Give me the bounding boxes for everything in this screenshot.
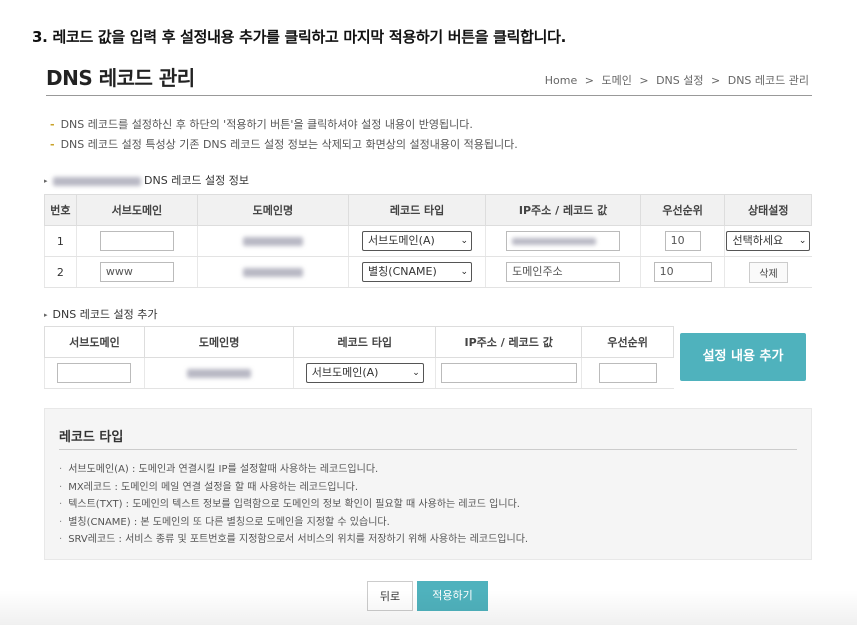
breadcrumb-dns-record-management: DNS 레코드 관리 [727,74,809,87]
notice-text: DNS 레코드를 설정하신 후 하단의 '적용하기 버튼'을 클릭하셔야 설정 … [60,118,473,131]
breadcrumb: Home > 도메인 > DNS 설정 > DNS 레코드 관리 [543,72,811,88]
record-type-select[interactable]: 서브도메인(A) ⌄ [362,231,473,251]
chevron-down-icon: ⌄ [412,368,420,378]
record-type-value: 별칭(CNAME) [368,265,437,278]
col-header: 우선순위 [639,194,726,226]
col-header: IP주소 / 레코드 값 [485,194,641,226]
chevron-down-icon: ⌄ [798,236,807,246]
new-ip-value-input[interactable] [440,363,577,383]
notice-item: - DNS 레코드를 설정하신 후 하단의 '적용하기 버튼'을 클릭하셔야 설정… [50,115,518,135]
priority-input[interactable]: 10 [664,231,701,251]
info-section-title-text: DNS 레코드 설정 정보 [144,174,250,187]
blurred-domain [52,176,141,186]
breadcrumb-sep: > [711,74,721,87]
table-header-row: 번호 서브도메인 도메인명 레코드 타입 IP주소 / 레코드 값 우선순위 상… [44,194,812,226]
add-setting-button[interactable]: 설정 내용 추가 [680,333,806,381]
new-subdomain-input[interactable] [57,363,132,383]
col-header: IP주소 / 레코드 값 [435,326,583,358]
blurred-domain [242,237,303,246]
table-header-row: 서브도메인 도메인명 레코드 타입 IP주소 / 레코드 값 우선순위 [44,326,674,358]
table-row: 서브도메인(A) ⌄ [44,357,674,389]
notice-text: DNS 레코드 설정 특성상 기존 DNS 레코드 설정 정보는 삭제되고 화면… [60,138,518,151]
subdomain-input[interactable]: www [99,262,174,282]
priority-input[interactable]: 10 [653,262,712,282]
row-number: 2 [44,256,77,288]
new-priority-input[interactable] [598,363,657,383]
step-instruction: 3. 레코드 값을 입력 후 설정내용 추가를 클릭하고 마지막 적용하기 버튼… [32,28,567,46]
breadcrumb-dns-settings[interactable]: DNS 설정 [656,74,703,87]
table-row: 2 www 별칭(CNAME) ⌄ 도메인주소 10 삭제 [44,256,812,288]
screenshot-frame: 3. 레코드 값을 입력 후 설정내용 추가를 클릭하고 마지막 적용하기 버튼… [0,0,857,625]
back-button[interactable]: 뒤로 [367,581,413,611]
status-value: 선택하세요 [732,234,784,247]
table-row: 1 서브도메인(A) ⌄ 10 선택하세요 ⌄ [44,225,812,257]
new-record-type-select[interactable]: 서브도메인(A) ⌄ [305,363,424,383]
record-types-list: 서브도메인(A) : 도메인과 연결시킬 IP를 설정할때 사용하는 레코드입니… [59,461,528,549]
col-header: 도메인명 [197,194,349,226]
triangle-icon: ▸ [44,177,48,185]
dash-icon: - [50,138,55,151]
col-header: 서브도메인 [44,326,145,358]
record-types-info-box: 레코드 타입 서브도메인(A) : 도메인과 연결시킬 IP를 설정할때 사용하… [44,408,812,560]
status-select[interactable]: 선택하세요 ⌄ [726,231,811,251]
row-number: 1 [44,225,77,257]
blurred-domain [187,369,252,378]
triangle-icon: ▸ [44,311,48,319]
col-header: 도메인명 [143,326,295,358]
breadcrumb-domain[interactable]: 도메인 [601,74,631,87]
page-title: DNS 레코드 관리 [46,66,195,90]
list-item: 별칭(CNAME) : 본 도메인의 또 다른 별칭으로 도메인을 지정할 수 … [59,514,528,532]
add-section-title-text: DNS 레코드 설정 추가 [52,308,158,321]
notice-list: - DNS 레코드를 설정하신 후 하단의 '적용하기 버튼'을 클릭하셔야 설정… [50,115,518,155]
apply-button[interactable]: 적용하기 [417,581,488,611]
chevron-down-icon: ⌄ [460,236,469,246]
col-header: 레코드 타입 [347,194,487,226]
list-item: SRV레코드 : 서비스 종류 및 포트번호를 지정함으로서 서비스의 위치를 … [59,531,528,549]
dash-icon: - [50,118,55,131]
col-header: 서브도메인 [75,194,199,226]
notice-item: - DNS 레코드 설정 특성상 기존 DNS 레코드 설정 정보는 삭제되고 화… [50,135,518,155]
subdomain-input[interactable] [99,231,174,251]
blurred-ip [512,237,597,245]
dns-record-table: 번호 서브도메인 도메인명 레코드 타입 IP주소 / 레코드 값 우선순위 상… [44,194,812,288]
ip-value-input[interactable]: 도메인주소 [506,262,621,282]
record-type-value: 서브도메인(A) [311,366,379,379]
info-section-title: ▸ DNS 레코드 설정 정보 [44,172,249,188]
record-type-select[interactable]: 별칭(CNAME) ⌄ [362,262,473,282]
list-item: 서브도메인(A) : 도메인과 연결시킬 IP를 설정할때 사용하는 레코드입니… [59,461,528,479]
col-header: 우선순위 [581,326,674,358]
blurred-domain [242,268,303,277]
list-item: MX레코드 : 도메인의 메일 연결 설정을 할 때 사용하는 레코드입니다. [59,479,528,497]
record-types-title: 레코드 타입 [59,430,124,445]
dns-record-add-table: 서브도메인 도메인명 레코드 타입 IP주소 / 레코드 값 우선순위 서브도메… [44,326,674,389]
breadcrumb-sep: > [639,74,649,87]
chevron-down-icon: ⌄ [460,267,469,277]
record-type-value: 서브도메인(A) [368,234,435,247]
add-section-title: ▸ DNS 레코드 설정 추가 [44,306,158,322]
breadcrumb-sep: > [584,74,594,87]
col-header: 상태설정 [724,194,812,226]
col-header: 번호 [44,194,77,226]
title-divider [46,95,812,96]
breadcrumb-home[interactable]: Home [545,74,577,87]
delete-button[interactable]: 삭제 [749,261,788,283]
ip-value-input[interactable] [506,231,621,251]
col-header: 레코드 타입 [293,326,437,358]
box-divider [59,449,797,450]
list-item: 텍스트(TXT) : 도메인의 텍스트 정보를 입력함으로 도메인의 정보 확인… [59,496,528,514]
